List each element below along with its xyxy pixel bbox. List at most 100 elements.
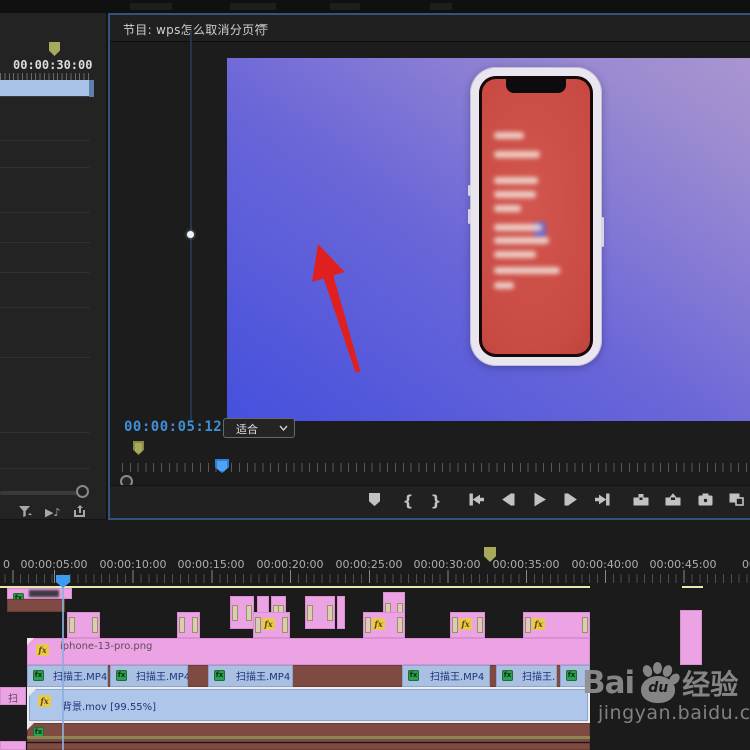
clip-small-1[interactable] (230, 596, 254, 629)
fx-badge-green: fx (502, 670, 513, 681)
panel-splitter-handle[interactable] (187, 231, 194, 238)
clip-graphic-top-audio[interactable] (7, 599, 65, 612)
clip-label: 扫描王. (522, 672, 556, 683)
fx-badge-green: fx (33, 670, 44, 681)
program-monitor-header[interactable]: 节目: wps怎么取消分页符 ≡ (110, 15, 750, 42)
clip-scan-5[interactable]: fx 扫描王. (496, 665, 557, 687)
phone-blurred-text-line (494, 191, 536, 198)
zoom-level-value: 适合 (236, 423, 258, 436)
monitor-marker-icon[interactable] (133, 441, 144, 455)
sequence-marker-icon[interactable] (49, 42, 60, 56)
track-divider (0, 242, 90, 243)
step-forward-button[interactable] (559, 492, 583, 512)
left-mini-ruler[interactable] (0, 73, 90, 80)
export-icon[interactable] (72, 503, 87, 519)
export-frame-button[interactable] (693, 492, 717, 512)
clip-scan-left-cut[interactable]: 扫 (0, 687, 26, 705)
add-marker-button[interactable] (362, 492, 386, 512)
program-monitor-panel: 节目: wps怎么取消分页符 ≡ 00:00:05:12 适合 {} (108, 13, 750, 520)
clip-iphone-png[interactable]: fx iphone-13-pro.png (27, 638, 590, 665)
clip-scan-2[interactable]: fx 扫描王.MP4 (110, 665, 188, 687)
phone-notch (506, 79, 566, 93)
fx-badge-yellow: fx (532, 618, 545, 630)
go-to-out-button[interactable] (590, 492, 614, 512)
clip-audio-2[interactable] (27, 743, 590, 750)
track-divider (0, 272, 90, 273)
phone-blurred-text-line (494, 177, 538, 184)
clip-background-mov[interactable]: fx 背景.mov [99.55%] (27, 687, 590, 723)
track-divider (0, 212, 90, 213)
watermark-du: du (648, 680, 669, 696)
clip-small-5[interactable] (337, 596, 345, 629)
fx-badge-green: fx (116, 670, 127, 681)
left-panel-timecode: 00:00:30:00 (13, 58, 93, 72)
watermark-url: jingyan.baidu.com (598, 702, 750, 724)
comparison-view-button[interactable] (724, 492, 748, 512)
audio-waveform-line (27, 736, 590, 739)
phone-blurred-text-line (494, 251, 536, 258)
track-divider (0, 140, 90, 141)
clip-v2-5[interactable]: fx (450, 612, 485, 638)
panel-splitter[interactable] (190, 30, 192, 422)
clip-scan-1[interactable]: fx 扫描王.MP4 (27, 665, 108, 687)
premiere-app: { "window": { "program_panel_title": "节目… (0, 0, 750, 750)
lift-button[interactable] (629, 492, 653, 512)
phone-blurred-text-line (494, 151, 540, 158)
panel-menu-icon[interactable]: ≡ (258, 20, 269, 35)
step-back-button[interactable] (496, 492, 520, 512)
clip-label: 扫 (8, 694, 18, 705)
clip-v2-1[interactable] (67, 612, 100, 638)
track-divider (0, 468, 90, 469)
clip-audio-1[interactable]: fx (27, 723, 590, 742)
clip-label: iphone-13-pro.png (60, 641, 153, 652)
clip-v2-6[interactable]: fx (523, 612, 590, 638)
clip-v2-2[interactable] (177, 612, 200, 638)
mark-in-button[interactable]: { (396, 492, 420, 512)
clip-small-4[interactable] (305, 596, 335, 629)
filter-icon[interactable] (18, 503, 33, 519)
clip-label: 扫描王.MP4 (430, 672, 485, 683)
play-audio-icon[interactable]: ▶♪ (45, 506, 60, 519)
clip-v2-3[interactable]: fx (253, 612, 290, 638)
fx-badge-yellow: fx (38, 695, 51, 707)
phone-blurred-text-line (494, 267, 560, 274)
phone-blurred-text-line (494, 132, 524, 139)
track-divider (0, 432, 90, 433)
playhead-line[interactable] (62, 575, 64, 750)
watermark-jingyan: 经验 (682, 668, 739, 701)
phone-screen (479, 76, 593, 357)
mark-out-button[interactable]: } (424, 492, 448, 512)
clip-scan-3[interactable]: fx 扫描王.MP4 (208, 665, 293, 687)
left-scrollbar[interactable] (0, 491, 88, 495)
phone-button (468, 185, 471, 196)
watermark-bai: Bai (582, 665, 635, 701)
phone-button (601, 217, 604, 247)
clip-scan-4[interactable]: fx 扫描王.MP4 (402, 665, 490, 687)
track-divider (0, 167, 90, 168)
left-scrollbar-knob[interactable] (76, 485, 89, 498)
clip-label: 扫描王.MP4 (136, 672, 188, 683)
baidu-watermark: Bai du 经验 jingyan.baidu.com (582, 662, 750, 724)
left-mini-clip[interactable] (0, 80, 94, 97)
play-button[interactable] (527, 492, 551, 512)
clip-v2-right[interactable] (680, 610, 702, 665)
iphone-mockup (468, 67, 604, 366)
top-cutoff-strip (0, 0, 750, 13)
extract-button[interactable] (661, 492, 685, 512)
tab-ghost (330, 3, 360, 10)
clip-v2-4[interactable]: fx (363, 612, 405, 638)
clip-audio-left-cut[interactable] (0, 741, 26, 750)
phone-blurred-text-line (494, 224, 542, 231)
program-video-frame (227, 58, 750, 421)
tab-ghost (130, 3, 172, 10)
fx-badge-green: fx (566, 670, 577, 681)
program-timecode[interactable]: 00:00:05:12 (124, 419, 222, 435)
go-to-in-button[interactable] (464, 492, 488, 512)
fx-badge-yellow: fx (262, 618, 275, 630)
zoom-level-select[interactable]: 适合 (223, 418, 295, 438)
baidu-paw-icon: du (636, 662, 682, 704)
tab-ghost (430, 3, 452, 10)
fx-badge-green: fx (408, 670, 419, 681)
track-divider (0, 307, 90, 308)
fx-badge-yellow: fx (36, 644, 49, 656)
